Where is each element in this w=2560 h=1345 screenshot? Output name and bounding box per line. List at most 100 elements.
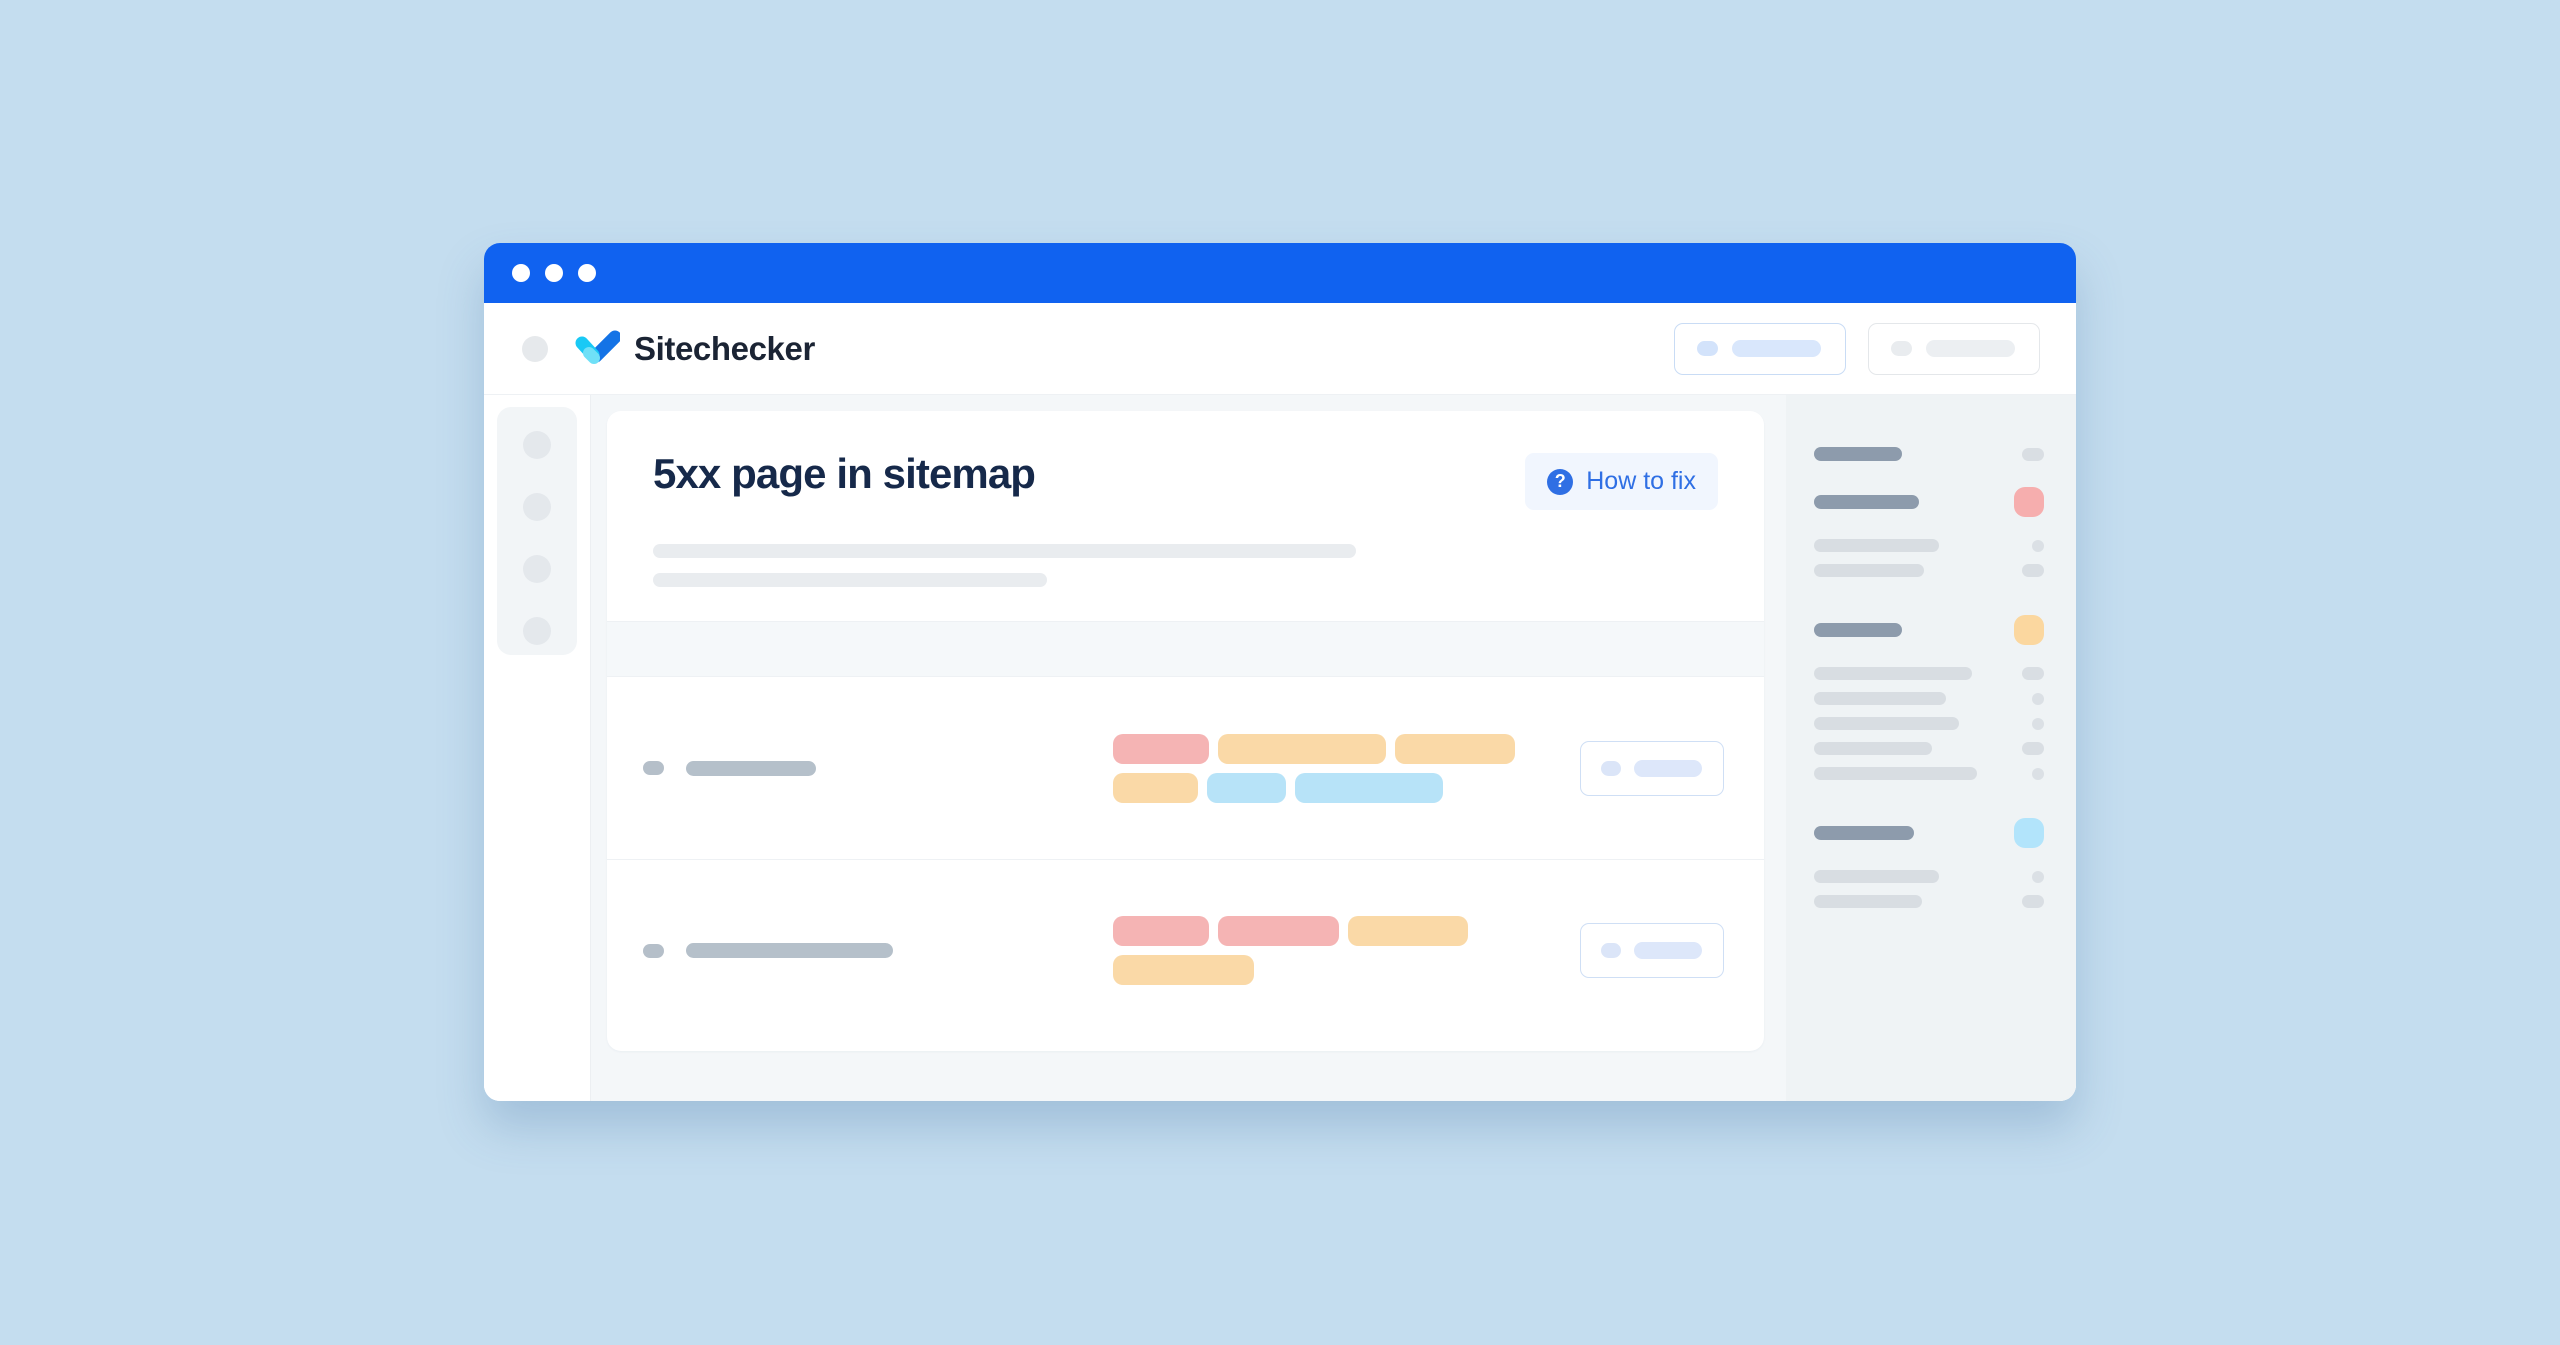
right-panel-label-placeholder [1814, 870, 1939, 883]
brand[interactable]: Sitechecker [574, 330, 815, 368]
tag-red [1113, 733, 1209, 764]
action-dot-icon [1601, 943, 1621, 958]
window-titlebar [484, 243, 2076, 303]
action-label-placeholder [1634, 942, 1702, 959]
right-sidebar [1786, 395, 2076, 1101]
tag-orange [1113, 955, 1254, 985]
right-panel-status-sm-icon [2032, 692, 2044, 705]
description-placeholders [653, 544, 1718, 587]
right-panel-label-placeholder [1814, 667, 1972, 680]
tag-orange [1218, 733, 1386, 764]
row-label-placeholder [686, 943, 893, 958]
row-tag-group [1113, 733, 1580, 803]
nav-circle-icon-2[interactable] [523, 493, 551, 521]
row-action-button[interactable] [1580, 923, 1724, 978]
row-action [1580, 740, 1724, 796]
tag-orange [1113, 772, 1198, 803]
right-panel-status-md-icon [2022, 447, 2044, 461]
right-panel-item[interactable] [1814, 767, 2044, 780]
how-to-fix-label: How to fix [1586, 467, 1696, 495]
right-panel-status-pill-red-icon [2014, 487, 2044, 517]
right-panel-label-placeholder [1814, 742, 1932, 755]
app-header: Sitechecker [484, 303, 2076, 395]
right-panel-label-placeholder [1814, 539, 1939, 552]
right-panel-status-sm-icon [2032, 717, 2044, 730]
row-identity [643, 943, 1113, 958]
question-mark-icon: ? [1547, 468, 1574, 495]
primary-placeholder-button[interactable] [1674, 322, 1846, 375]
brand-name: Sitechecker [634, 329, 815, 367]
right-panel-item[interactable] [1814, 564, 2044, 577]
how-to-fix-button[interactable]: ? How to fix [1525, 453, 1718, 510]
right-panel-status-md-icon [2022, 742, 2044, 755]
window-minimize-dot-icon[interactable] [545, 264, 563, 282]
right-panel-label-placeholder [1814, 895, 1922, 908]
button-label-placeholder [1732, 340, 1821, 357]
description-placeholder-line [653, 573, 1048, 587]
left-sidebar [484, 395, 590, 1101]
right-panel-status-md-icon [2022, 895, 2044, 908]
right-panel-item[interactable] [1814, 539, 2044, 552]
right-panel-status-pill-orange-icon [2014, 615, 2044, 645]
table-row[interactable] [607, 677, 1764, 859]
right-panel-item[interactable] [1814, 895, 2044, 908]
main-content: 5xx page in sitemap ? How to fix [590, 395, 1786, 1101]
button-dot-icon [1891, 341, 1912, 356]
right-panel-item[interactable] [1814, 667, 2044, 680]
right-panel-label-placeholder [1814, 826, 1914, 840]
right-panel-item[interactable] [1814, 692, 2044, 705]
issue-card-header: 5xx page in sitemap ? How to fix [607, 411, 1764, 621]
right-panel-item[interactable] [1814, 870, 2044, 883]
table-header-band [607, 621, 1764, 677]
right-panel-item[interactable] [1814, 447, 2044, 461]
avatar-placeholder-icon[interactable] [522, 335, 548, 362]
right-panel-label-placeholder [1814, 495, 1919, 509]
nav-circle-icon-4[interactable] [523, 617, 551, 645]
row-checkbox[interactable] [643, 943, 664, 958]
right-panel-item[interactable] [1814, 615, 2044, 645]
button-dot-icon [1697, 341, 1718, 356]
right-panel-status-sm-icon [2032, 767, 2044, 780]
row-checkbox[interactable] [643, 761, 664, 775]
issue-card-header-top: 5xx page in sitemap ? How to fix [653, 453, 1718, 510]
action-dot-icon [1601, 760, 1621, 776]
left-sidebar-panel [497, 407, 577, 655]
window-close-dot-icon[interactable] [512, 264, 530, 282]
browser-window: Sitechecker 5xx page in sitemap ? How to… [484, 243, 2076, 1101]
right-panel-status-md-icon [2022, 667, 2044, 680]
right-panel-status-md-icon [2022, 564, 2044, 577]
nav-circle-icon-1[interactable] [523, 431, 551, 459]
right-panel-item[interactable] [1814, 487, 2044, 517]
right-panel-label-placeholder [1814, 623, 1902, 637]
action-label-placeholder [1634, 759, 1702, 777]
right-panel-label-placeholder [1814, 447, 1902, 461]
tag-blue [1207, 772, 1286, 803]
right-panel-status-sm-icon [2032, 539, 2044, 552]
row-identity [643, 760, 1113, 776]
row-label-placeholder [686, 760, 816, 776]
tag-red [1113, 916, 1209, 946]
row-tag-group [1113, 916, 1580, 985]
right-panel-item[interactable] [1814, 818, 2044, 848]
tag-orange [1395, 733, 1515, 764]
tag-red [1218, 916, 1339, 946]
tag-orange [1348, 916, 1468, 946]
right-panel-item[interactable] [1814, 742, 2044, 755]
nav-circle-icon-3[interactable] [523, 555, 551, 583]
description-placeholder-line [653, 544, 1356, 558]
right-panel-status-sm-icon [2032, 870, 2044, 883]
page-title: 5xx page in sitemap [653, 450, 1036, 497]
right-panel-item[interactable] [1814, 717, 2044, 730]
tag-blue [1295, 772, 1443, 803]
right-panel-label-placeholder [1814, 564, 1924, 577]
secondary-placeholder-button[interactable] [1868, 322, 2040, 375]
right-panel-status-pill-blue-icon [2014, 818, 2044, 848]
row-action-button[interactable] [1580, 740, 1724, 796]
app-body: 5xx page in sitemap ? How to fix [484, 395, 2076, 1101]
button-label-placeholder [1926, 340, 2015, 357]
table-row[interactable] [607, 859, 1764, 1041]
right-panel-label-placeholder [1814, 717, 1959, 730]
sitechecker-checkmark-logo-icon [575, 330, 620, 364]
issue-card: 5xx page in sitemap ? How to fix [607, 411, 1764, 1051]
window-maximize-dot-icon[interactable] [578, 264, 596, 282]
